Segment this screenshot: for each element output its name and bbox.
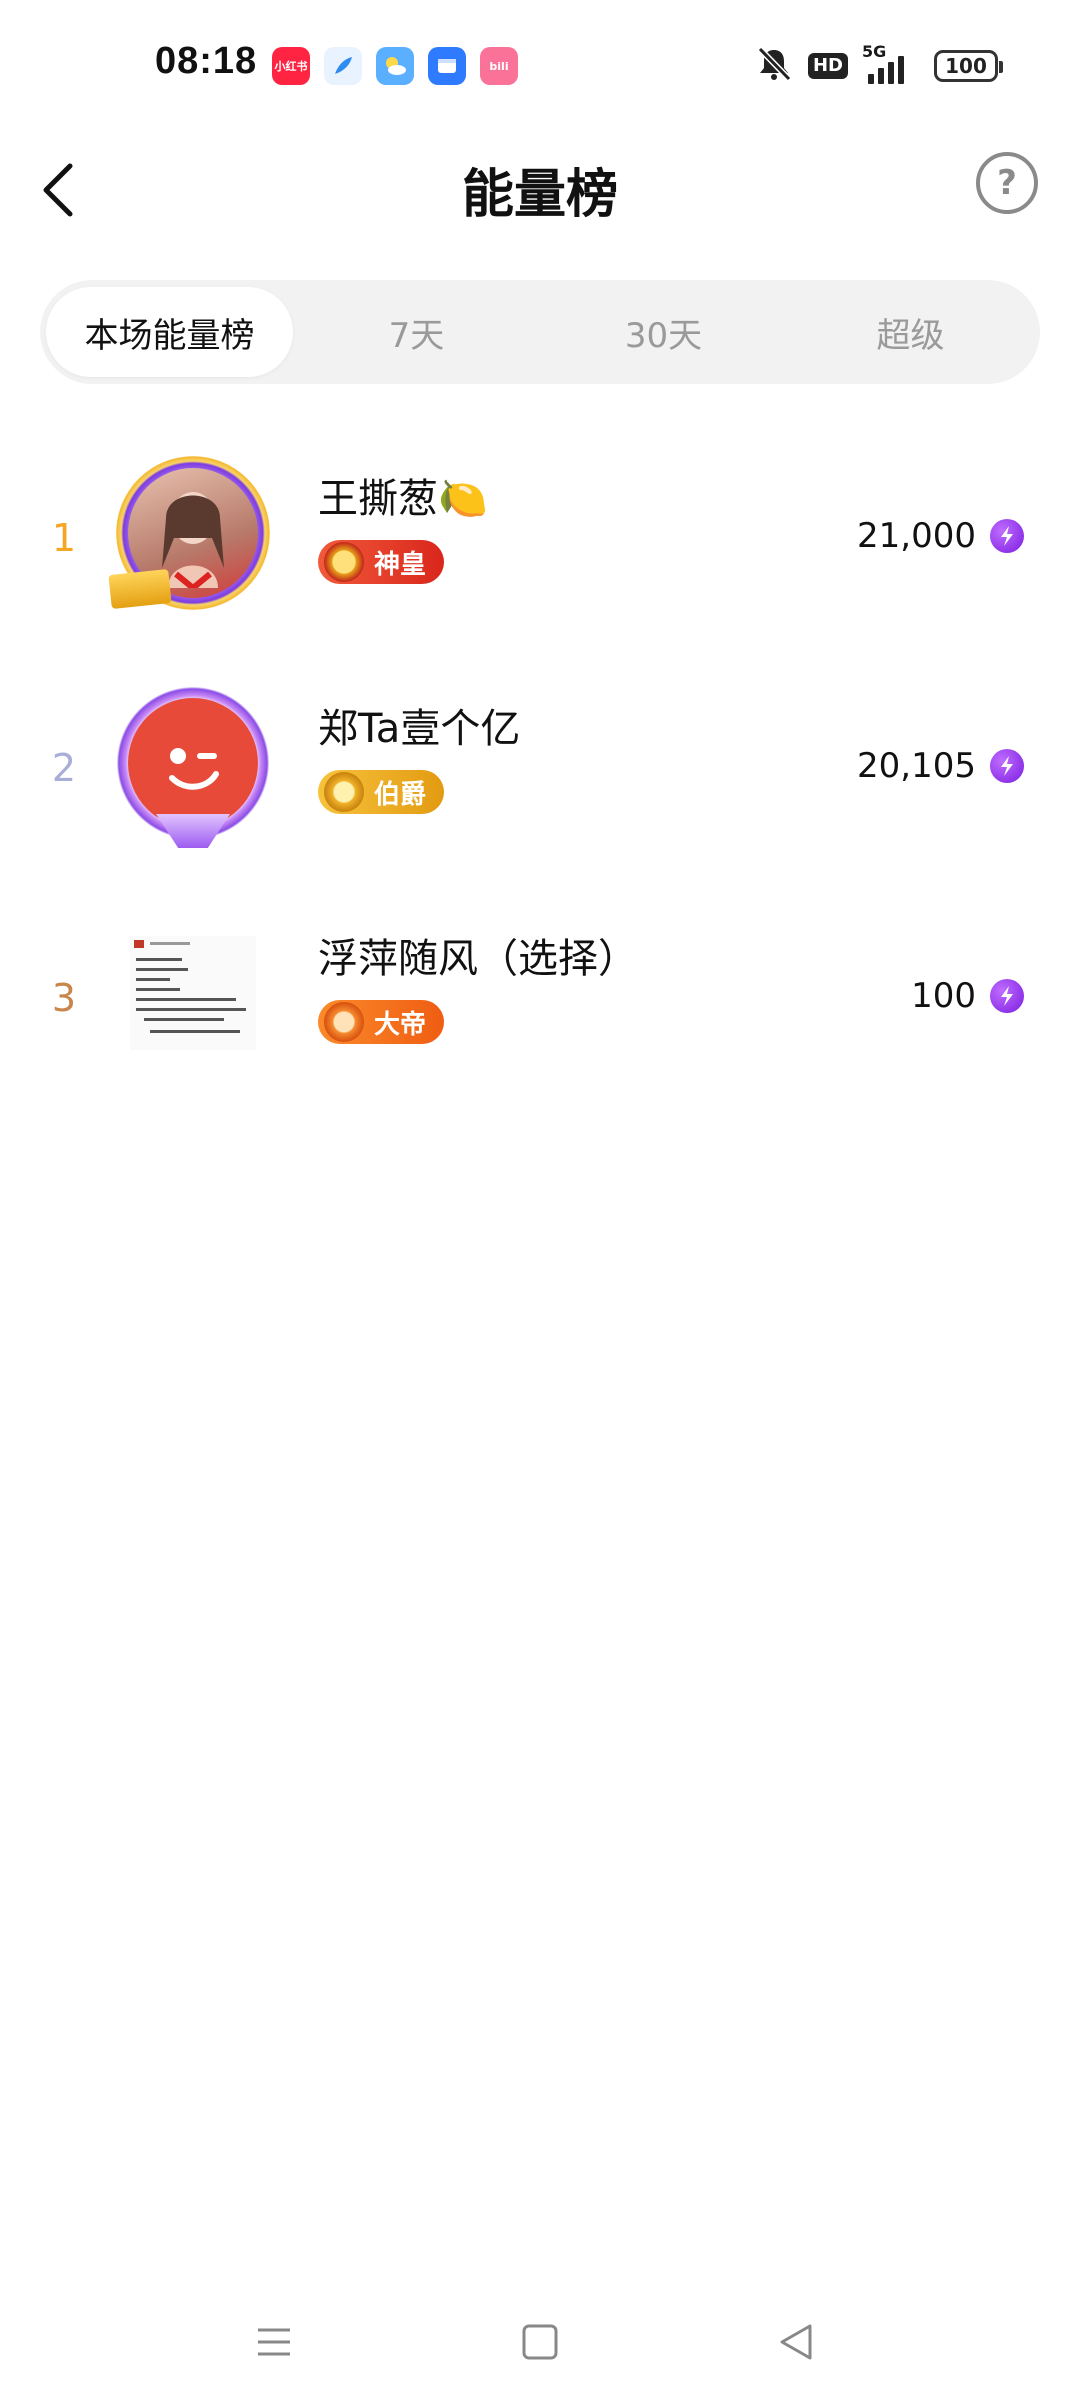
help-button[interactable]: ? (976, 152, 1038, 214)
status-time: 08:18 (155, 40, 258, 82)
score-value: 21,000 (857, 516, 976, 556)
ranking-row[interactable]: 2 郑Ta壹个亿 伯爵 20,105 (0, 660, 1080, 890)
weather-app-icon (376, 47, 414, 85)
score-value: 100 (911, 976, 976, 1016)
battery-level: 100 (945, 54, 987, 78)
energy-score: 20,105 (857, 746, 1024, 786)
ranking-row[interactable]: 1 王撕葱🍋 神皇 21,000 (0, 430, 1080, 660)
gold-card-icon (108, 568, 172, 610)
level-badge: 伯爵 (318, 770, 445, 814)
feather-app-icon (324, 47, 362, 85)
energy-lightning-icon (990, 519, 1024, 553)
energy-lightning-icon (990, 749, 1024, 783)
battery-icon: 100 (934, 50, 1003, 82)
rank-number: 1 (51, 516, 77, 560)
rank-number: 2 (51, 746, 77, 790)
back-triangle-icon (780, 2324, 812, 2360)
ranking-list: 1 王撕葱🍋 神皇 21,000 2 郑Ta壹个亿 伯爵 20,105 3 浮萍… (0, 430, 1080, 1120)
tab-current-session[interactable]: 本场能量榜 (46, 287, 293, 377)
coin-level-icon (324, 772, 364, 812)
avatar[interactable] (108, 678, 278, 848)
crown-level-icon (324, 542, 364, 582)
tab-7-days[interactable]: 7天 (293, 287, 540, 377)
avatar[interactable] (108, 908, 278, 1078)
system-nav-bar (0, 2290, 1080, 2400)
user-name[interactable]: 郑Ta壹个亿 (318, 696, 520, 754)
menu-nav-button[interactable] (244, 2312, 304, 2372)
chevron-level-icon (324, 1002, 364, 1042)
home-nav-button[interactable] (510, 2312, 570, 2372)
period-tabs: 本场能量榜 7天 30天 超级 (40, 280, 1040, 384)
files-app-icon (428, 47, 466, 85)
xiaohongshu-icon: 小红书 (272, 47, 310, 85)
ranking-row[interactable]: 3 浮萍随风（选择） 大帝 100 (0, 890, 1080, 1120)
energy-score: 100 (911, 976, 1024, 1016)
status-bar: 08:18 小红书 bili HD 5G 100 (0, 0, 1080, 130)
page-title: 能量榜 (461, 165, 618, 225)
mute-bell-icon (754, 46, 794, 86)
energy-lightning-icon (990, 979, 1024, 1013)
header: 能量榜 ? (0, 130, 1080, 250)
frame-ornament-icon (156, 814, 230, 848)
question-mark-icon: ? (997, 163, 1017, 203)
notification-icons: 小红书 bili (272, 47, 518, 85)
level-badge-label: 大帝 (374, 1009, 427, 1040)
hd-badge: HD (807, 53, 848, 79)
level-badge-label: 伯爵 (374, 779, 427, 810)
level-badge-label: 神皇 (374, 549, 427, 580)
user-name[interactable]: 浮萍随风（选择） (318, 926, 638, 984)
home-square-icon (522, 2324, 558, 2360)
level-badge: 大帝 (318, 1000, 445, 1044)
menu-icon (258, 2328, 290, 2356)
signal-icon: 5G (862, 42, 920, 86)
rank-number: 3 (51, 976, 77, 1020)
status-right-icons: HD 5G 100 (754, 42, 1003, 86)
energy-score: 21,000 (857, 516, 1024, 556)
tab-30-days[interactable]: 30天 (540, 287, 787, 377)
bilibili-icon: bili (480, 47, 518, 85)
tab-super[interactable]: 超级 (787, 287, 1034, 377)
score-value: 20,105 (857, 746, 976, 786)
avatar[interactable] (108, 448, 278, 618)
level-badge: 神皇 (318, 540, 445, 584)
energy-ranking-screen: 08:18 小红书 bili HD 5G 100 能量榜 ? 本场能量榜 7天 … (0, 0, 1080, 2400)
text-screenshot-image (134, 940, 246, 1033)
back-nav-button[interactable] (766, 2312, 826, 2372)
user-name[interactable]: 王撕葱🍋 (318, 466, 488, 524)
